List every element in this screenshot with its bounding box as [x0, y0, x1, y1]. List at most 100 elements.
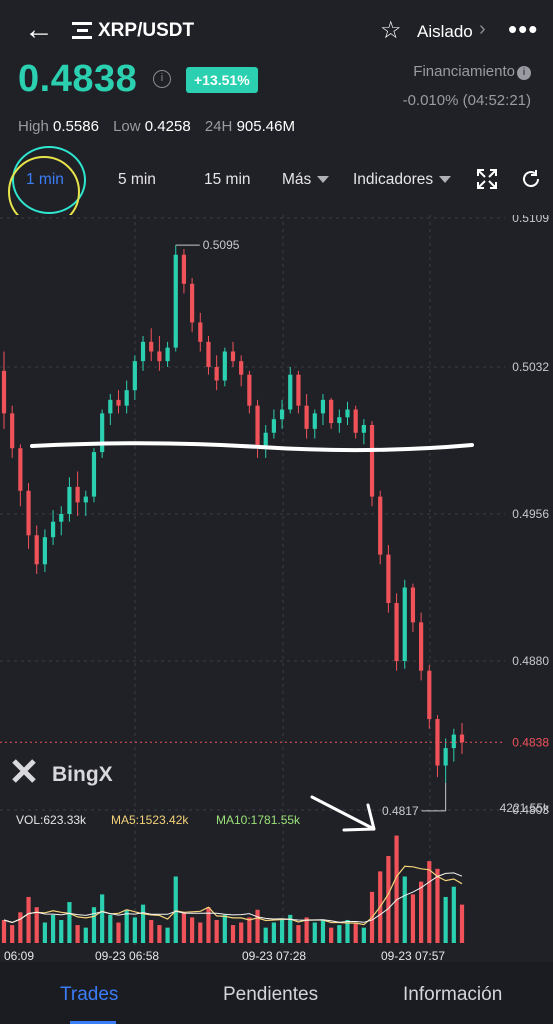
candle-body [288, 374, 293, 410]
candle-body [59, 514, 64, 522]
volume-bar [140, 904, 146, 943]
volume-bar [214, 919, 219, 943]
candle-body [50, 521, 56, 538]
volume-bar [206, 907, 211, 943]
time-axis-label: 09-23 07:57 [381, 949, 445, 962]
info-icon[interactable]: i [153, 70, 171, 88]
refresh-icon[interactable] [520, 168, 542, 190]
volume-bar [116, 922, 121, 943]
tab-15-min[interactable]: 15 min [204, 171, 251, 189]
candle-body [124, 390, 129, 406]
candle-body [271, 419, 276, 433]
candle-body [10, 413, 15, 449]
price-chart[interactable]: 0.51090.50320.49560.48800.48030.50950.48… [0, 215, 553, 962]
candle-body [26, 490, 31, 536]
volume-bar [320, 919, 326, 943]
high-value: 0.5586 [53, 118, 99, 135]
volume-bar [181, 912, 187, 943]
time-axis-label: 06:09 [4, 949, 34, 962]
candle-body [100, 413, 105, 453]
volume-bar [312, 922, 317, 943]
candle-body [1, 370, 7, 414]
tab-pendientes[interactable]: Pendientes [223, 984, 318, 1006]
volume-bar [83, 927, 88, 943]
candle-body [312, 413, 317, 429]
chart-background [0, 215, 553, 962]
pair-list-icon[interactable] [72, 22, 92, 40]
volume-bar [279, 919, 285, 943]
volume-bar [18, 912, 23, 943]
volume-bar [263, 927, 268, 943]
candle-body [378, 496, 383, 555]
candle-body [239, 361, 244, 375]
volume-bar [304, 917, 309, 943]
volume-max-label: 4221.55k [500, 801, 550, 815]
volume-bar [329, 927, 334, 943]
candle-body [42, 537, 47, 565]
candle-body [165, 347, 170, 362]
more-icon[interactable]: ••• [508, 14, 538, 45]
volume-bar [419, 881, 424, 943]
candle-body [67, 486, 72, 514]
volume-bar [132, 917, 137, 943]
candle-body [329, 399, 334, 424]
tab-5-min[interactable]: 5 min [118, 171, 156, 189]
tab-indicators-label: Indicadores [353, 171, 434, 188]
volume-bar [451, 886, 456, 943]
header: ← XRP/USDT ☆ Aislado › ••• 0.4838 i +13.… [0, 0, 553, 228]
candle-body [410, 587, 416, 623]
volume-bar [443, 896, 448, 943]
pair-title[interactable]: XRP/USDT [98, 20, 194, 42]
tab-more-label: Más [282, 171, 312, 188]
candle-body [34, 535, 39, 565]
high-label: High [18, 118, 49, 135]
candle-body [320, 399, 326, 414]
candle-body [222, 351, 227, 381]
volume-bar [271, 922, 276, 943]
volume-bar [394, 835, 399, 943]
candle-body [75, 486, 80, 503]
volume-bar [124, 909, 129, 943]
volume-bar [337, 925, 342, 943]
volume-bar [75, 925, 80, 943]
volume-legend-ma5: MA5:1523.42k [111, 813, 189, 827]
volume-bar [1, 919, 7, 943]
funding-info-icon[interactable]: i [517, 66, 531, 80]
time-axis-label: 09-23 06:58 [95, 949, 159, 962]
tab-more[interactable]: Más [282, 171, 330, 189]
chevron-right-icon[interactable]: › [479, 18, 486, 41]
candle-body [108, 399, 113, 414]
fullscreen-icon[interactable] [476, 168, 498, 190]
price-tick-label: 0.4880 [512, 654, 549, 668]
candle-body [91, 452, 97, 497]
price-tick-label: 0.5109 [512, 215, 549, 225]
volume-legend-vol: VOL:623.33k [16, 813, 87, 827]
volume-bar [50, 914, 56, 943]
margin-mode-label[interactable]: Aislado [417, 22, 473, 42]
candle-body [190, 283, 195, 323]
volume-bar [67, 902, 72, 943]
volume-legend-ma10: MA10:1781.55k [216, 813, 301, 827]
tab-informacion[interactable]: Información [403, 984, 502, 1006]
high-marker-label: 0.5095 [203, 238, 240, 252]
volume-bar [190, 917, 195, 943]
candle-body [230, 351, 236, 362]
candle-body [18, 448, 23, 491]
tab-1-min[interactable]: 1 min [26, 171, 64, 189]
tab-indicators[interactable]: Indicadores [353, 171, 452, 189]
back-arrow-icon[interactable]: ← [24, 14, 54, 46]
volume-bar [296, 925, 301, 943]
candle-body [279, 409, 285, 420]
candle-body [427, 670, 432, 720]
caret-down-icon [439, 176, 452, 184]
low-marker-label: 0.4817 [382, 804, 419, 818]
candle-body [459, 734, 465, 743]
tab-trades[interactable]: Trades [60, 984, 118, 1006]
candle-body [394, 602, 399, 662]
volume-bar [230, 925, 236, 943]
volume-bar [165, 927, 170, 943]
volume-bar [108, 914, 113, 943]
candle-body [173, 254, 178, 348]
star-icon[interactable]: ☆ [380, 16, 402, 45]
volume-bar [435, 868, 440, 943]
